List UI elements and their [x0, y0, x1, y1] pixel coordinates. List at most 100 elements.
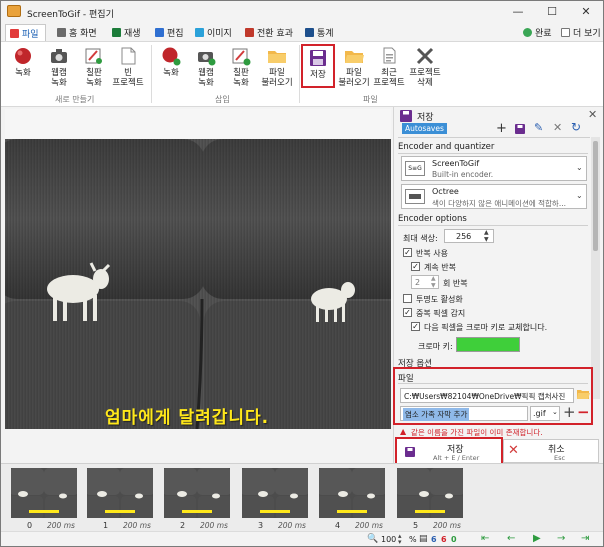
extension-select[interactable]: .gif ⌄ — [530, 406, 560, 421]
delete-x-icon — [415, 46, 435, 66]
loop-checkbox[interactable]: ✓ — [403, 248, 412, 257]
repeat-count-stepper[interactable]: 2 ▲ ▼ — [411, 275, 439, 289]
delete-project-button[interactable]: 프로젝트 삭제 — [405, 44, 445, 88]
chroma-key-label: 크로마 키: — [418, 342, 453, 351]
frame-thumbnail[interactable]: 0 200 ms — [11, 468, 77, 530]
cancel-button[interactable]: ✕ 취소 Esc — [503, 439, 599, 463]
new-webcam-button[interactable]: 웹캠 녹화 — [39, 44, 79, 88]
chroma-key-color-picker[interactable] — [456, 337, 520, 352]
button-label: 최근 프로젝트 — [373, 68, 405, 88]
frame-thumbnail[interactable]: 5 200 ms — [397, 468, 463, 530]
reset-preset-icon[interactable]: ↻ — [571, 120, 581, 134]
ribbon: 녹화 웹캠 녹화 칠판 녹화 빈 프로젝트 새로 만들기 녹화 웹캠 녹화 칠판… — [1, 41, 603, 107]
max-colors-stepper[interactable]: 256 ▲ ▼ — [444, 229, 494, 243]
tab-transitions[interactable]: 전환 효과 — [241, 24, 299, 41]
transparency-checkbox[interactable] — [403, 294, 412, 303]
recent-projects-button[interactable]: 최근 프로젝트 — [369, 44, 409, 88]
frame-thumbnail[interactable]: 2 200 ms — [164, 468, 230, 530]
panel-close-icon[interactable]: ✕ — [588, 108, 597, 121]
zoom-stepper-icon[interactable]: ▴ ▾ — [398, 533, 402, 546]
minimize-button[interactable]: — — [501, 1, 535, 23]
quantizer-icon — [405, 189, 425, 204]
next-frame-icon[interactable]: → — [557, 533, 565, 544]
browse-folder-icon[interactable] — [576, 388, 590, 403]
edit-tab-icon — [155, 28, 164, 37]
tab-label: 이미지 — [207, 29, 232, 39]
ribbon-tabs: 파일 홈 화면 재생 편집 이미지 전환 효과 통계 완료 더 보기 — [1, 23, 603, 41]
frame-index: 1 — [103, 521, 109, 530]
last-frame-icon[interactable]: ⇥ — [581, 533, 589, 544]
tab-label: 편집 — [167, 29, 184, 39]
maximize-button[interactable]: ☐ — [535, 1, 569, 23]
editor-window: ScreenToGif - 편집기 — ☐ ✕ 파일 홈 화면 재생 편집 이미… — [0, 0, 604, 547]
frame-thumbnail[interactable]: 4 200 ms — [319, 468, 385, 530]
save-as-button[interactable]: 저장 — [301, 44, 335, 88]
save-panel: 저장 ✕ Autosaves + ✎ ✕ ↻ Encoder and quant… — [393, 107, 601, 463]
board-insert-icon — [231, 46, 251, 66]
stepper-arrows-icon[interactable]: ▲ ▼ — [431, 275, 436, 289]
floppy-disk-icon — [308, 48, 328, 68]
load-file-button[interactable]: 파일 불러오기 — [334, 44, 374, 88]
transition-tab-icon — [245, 28, 254, 37]
quantizer-desc: 색이 다양하지 않은 애니메이션에 적합하... — [432, 199, 566, 208]
frame-list: 0 200 ms 1 200 ms 2 200 ms 3 200 ms 4 200 ms 5 200 … — [1, 463, 603, 531]
save-preset-icon[interactable] — [515, 124, 525, 137]
ribbon-separator — [299, 45, 300, 103]
previous-frame-icon[interactable]: ← — [507, 533, 515, 544]
edit-preset-icon[interactable]: ✎ — [534, 121, 543, 134]
title-bar[interactable]: ScreenToGif - 편집기 — ☐ ✕ — [1, 1, 603, 23]
panel-scrollbar[interactable] — [591, 137, 600, 399]
loop-forever-checkbox[interactable]: ✓ — [411, 262, 420, 271]
button-label: 파일 불러오기 — [338, 68, 370, 88]
insert-webcam-button[interactable]: 웹캠 녹화 — [186, 44, 226, 88]
autosaves-badge[interactable]: Autosaves — [402, 123, 447, 134]
tab-statistics[interactable]: 통계 — [301, 24, 340, 41]
frame-thumbnail[interactable]: 3 200 ms — [242, 468, 308, 530]
detect-duplicates-checkbox[interactable]: ✓ — [403, 308, 412, 317]
increase-number-icon[interactable]: + — [563, 403, 576, 421]
first-frame-icon[interactable]: ⇤ — [481, 533, 489, 544]
encoder-select[interactable]: S≡G ScreenToGif Built-in encoder. ⌄ — [401, 156, 587, 181]
subtitle-caption: 엄마에게 달려갑니다. — [105, 408, 270, 428]
button-label: 웹캠 녹화 — [51, 68, 67, 88]
zoom-value[interactable]: 100 — [381, 535, 396, 544]
new-blank-project-button[interactable]: 빈 프로젝트 — [108, 44, 148, 88]
frame-preview[interactable] — [5, 139, 391, 429]
max-colors-label: 최대 색상: — [403, 234, 438, 243]
tab-playback[interactable]: 재생 — [108, 24, 147, 41]
panel-title: 저장 — [417, 113, 434, 123]
tab-edit[interactable]: 편집 — [151, 24, 190, 41]
file-tab-icon — [10, 29, 19, 38]
stepper-arrows-icon[interactable]: ▲ ▼ — [484, 229, 489, 243]
frame-thumbnail-image — [397, 468, 463, 518]
close-button[interactable]: ✕ — [569, 1, 603, 23]
chroma-replace-checkbox[interactable]: ✓ — [411, 322, 420, 331]
more-button[interactable]: 더 보기 — [557, 24, 603, 41]
tab-file[interactable]: 파일 — [5, 24, 46, 41]
quantizer-select[interactable]: Octree 색이 다양하지 않은 애니메이션에 적합하... ⌄ — [401, 184, 587, 209]
insert-recording-button[interactable]: 녹화 — [151, 44, 191, 78]
insert-board-button[interactable]: 칠판 녹화 — [221, 44, 261, 88]
filename-value: 염소 가족 자막 추가 — [403, 408, 470, 421]
add-preset-icon[interactable]: + — [496, 121, 507, 136]
group-label-file: 파일 — [363, 95, 378, 104]
play-icon[interactable]: ▶ — [533, 533, 541, 544]
decrease-number-icon[interactable]: − — [577, 403, 590, 421]
new-recording-button[interactable]: 녹화 — [3, 44, 43, 78]
done-button[interactable]: 완료 — [519, 24, 558, 41]
remove-preset-icon[interactable]: ✕ — [553, 121, 562, 134]
done-label: 완료 — [535, 29, 552, 39]
save-button[interactable]: 저장 Alt + E / Enter — [395, 437, 503, 465]
button-label: 녹화 — [15, 68, 31, 78]
scrollbar-thumb[interactable] — [593, 141, 598, 251]
divider — [398, 137, 590, 138]
options-section-title: Encoder options — [398, 214, 467, 224]
insert-file-button[interactable]: 파일 불러오기 — [257, 44, 297, 88]
tab-home[interactable]: 홈 화면 — [53, 24, 103, 41]
frame-thumbnail-image — [11, 468, 77, 518]
filename-input[interactable]: 염소 가족 자막 추가 — [400, 406, 528, 421]
frame-index: 4 — [335, 521, 341, 530]
frame-thumbnail[interactable]: 1 200 ms — [87, 468, 153, 530]
output-folder-input[interactable]: C:₩Users₩82104₩OneDrive₩픽픽 캡처사진 — [400, 388, 574, 403]
tab-image[interactable]: 이미지 — [191, 24, 238, 41]
